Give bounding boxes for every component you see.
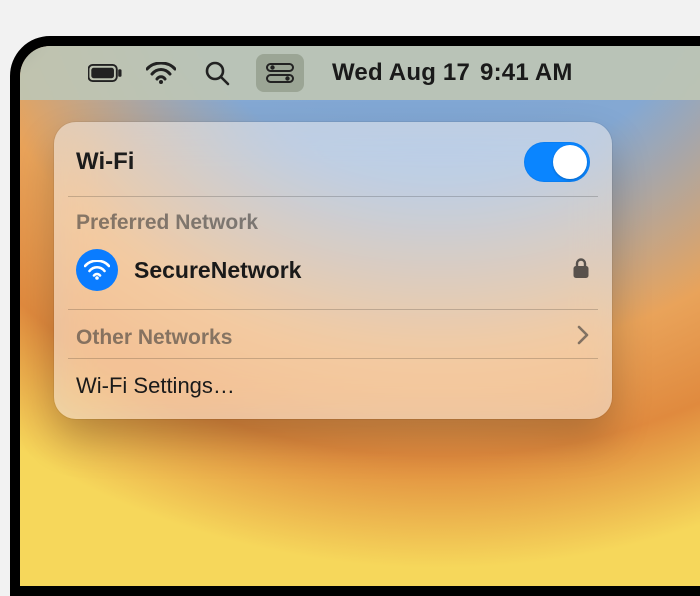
lock-icon [572,257,590,284]
wifi-settings-row[interactable]: Wi-Fi Settings… [54,359,612,419]
wifi-toggle[interactable] [524,142,590,182]
spotlight-search-icon[interactable] [200,56,234,90]
screen: Wed Aug 17 9:41 AM Wi-Fi Preferred Networ… [20,46,700,586]
other-networks-label: Other Networks [76,326,232,350]
wifi-header-row: Wi-Fi [54,128,612,196]
menu-bar: Wed Aug 17 9:41 AM [20,46,700,100]
network-name: SecureNetwork [134,257,556,284]
wifi-title: Wi-Fi [76,148,524,176]
preferred-network-row[interactable]: SecureNetwork [54,241,612,309]
other-networks-row[interactable]: Other Networks [54,310,612,358]
wifi-popover: Wi-Fi Preferred Network SecureNetwork [54,122,612,419]
wifi-toggle-knob [553,145,587,179]
battery-icon[interactable] [88,56,122,90]
menubar-date: Wed Aug 17 [332,59,470,86]
wifi-settings-label: Wi-Fi Settings… [76,373,235,398]
menubar-time: 9:41 AM [480,59,573,86]
device-frame: Wed Aug 17 9:41 AM Wi-Fi Preferred Networ… [10,36,700,596]
menubar-clock[interactable]: Wed Aug 17 9:41 AM [332,59,573,87]
wifi-menu-icon[interactable] [144,56,178,90]
control-center-icon[interactable] [256,54,304,92]
wifi-signal-icon [76,249,118,291]
preferred-network-label: Preferred Network [54,197,612,241]
chevron-right-icon [576,324,590,352]
